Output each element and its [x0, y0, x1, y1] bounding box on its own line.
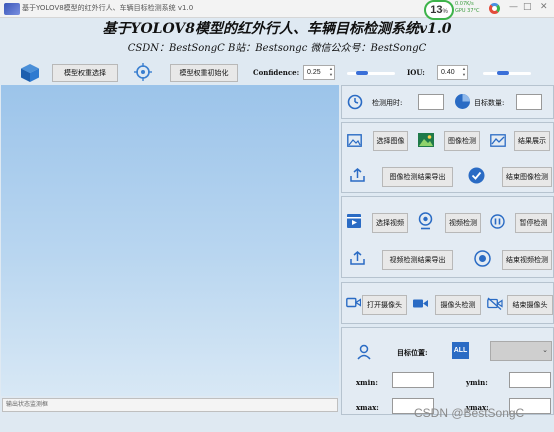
pause-icon — [490, 214, 505, 229]
video-camera-icon — [413, 299, 428, 308]
cpu-usage-value: 13 — [430, 4, 443, 16]
close-button[interactable]: ✕ — [540, 2, 548, 12]
xmax-label: xmax: — [356, 403, 379, 412]
trend-chart-icon — [490, 134, 506, 147]
upload-icon — [350, 168, 365, 182]
all-targets-icon: ALL — [452, 342, 469, 359]
cpu-usage-badge: 13% — [424, 0, 454, 20]
stats-panel: 检测用时: 目标数量: — [341, 85, 554, 119]
image-detect-panel: 选择图像 图像检测 结果展示 图像检测结果导出 结束图像检测 — [341, 122, 554, 193]
detection-display-area — [1, 85, 339, 396]
target-position-label: 目标位置: — [397, 348, 428, 357]
camera-detect-button[interactable]: 摄像头检测 — [435, 295, 481, 315]
webcam-icon — [418, 212, 433, 230]
time-label: 检测用时: — [372, 99, 403, 107]
ymin-label: ymin: — [466, 378, 488, 387]
xmin-label: xmin: — [356, 378, 378, 387]
pie-chart-icon — [455, 94, 470, 109]
camera-off-icon — [487, 297, 503, 310]
xmin-value-box — [392, 372, 434, 388]
confidence-value: 0.25 — [307, 69, 321, 76]
time-value-box — [418, 94, 444, 110]
init-weights-button[interactable]: 模型权重初始化 — [170, 64, 238, 82]
end-image-detect-button[interactable]: 结束图像检测 — [502, 167, 552, 187]
cube-icon — [21, 64, 39, 82]
target-icon — [134, 63, 152, 81]
detect-image-button[interactable]: 图像检测 — [444, 131, 480, 151]
pause-detect-button[interactable]: 暂停检测 — [515, 213, 552, 233]
upload-icon — [350, 251, 365, 265]
window-titlebar: 基于YOLOV8模型的红外行人、车辆目标检测系统 v1.0 13% 0.07K/… — [0, 0, 554, 20]
select-weights-button[interactable]: 模型权重选择 — [52, 64, 118, 82]
iou-value: 0.40 — [441, 69, 455, 76]
iou-spinbox[interactable]: 0.40 ▲ ▼ — [437, 65, 468, 80]
chevron-down-icon[interactable]: ⌄ — [542, 346, 548, 354]
camera-panel: 打开摄像头 摄像头检测 结束摄像头 — [341, 282, 554, 324]
end-video-detect-button[interactable]: 结束视频检测 — [502, 250, 552, 270]
confidence-spinbox[interactable]: 0.25 ▲ ▼ — [303, 65, 335, 80]
minimize-button[interactable]: — — [509, 2, 518, 12]
video-detect-panel: 选择视频 视频检测 暂停检测 视频检测结果导出 结束视频检测 — [341, 196, 554, 278]
count-label: 目标数量: — [474, 99, 505, 107]
browser-icon[interactable] — [489, 3, 500, 14]
count-value-box — [516, 94, 542, 110]
stop-circle-icon — [474, 250, 491, 267]
select-image-button[interactable]: 选择图像 — [373, 131, 408, 151]
status-log-box[interactable]: 输出状态监测框 — [2, 398, 338, 412]
iou-label: IOU: — [407, 68, 425, 77]
select-video-button[interactable]: 选择视频 — [372, 213, 408, 233]
maximize-button[interactable]: □ — [523, 2, 532, 12]
ymin-value-box — [509, 372, 551, 388]
page-subtitle: CSDN：BestSongC B站：Bestsongc 微信公众号：BestSo… — [127, 43, 427, 54]
window-title: 基于YOLOV8模型的红外行人、车辆目标检测系统 v1.0 — [22, 4, 194, 12]
page-title: 基于YOLOV8模型的红外行人、车辆目标检测系统v1.0 — [102, 21, 452, 37]
spin-arrows-icon[interactable]: ▲ ▼ — [462, 66, 466, 78]
net-speed-widget: 0.07K/s GPU 37°C — [455, 1, 485, 17]
video-file-icon — [347, 214, 361, 228]
open-camera-button[interactable]: 打开摄像头 — [362, 295, 407, 315]
confidence-slider-handle[interactable] — [356, 71, 368, 75]
end-camera-button[interactable]: 结束摄像头 — [507, 295, 553, 315]
net-speed: 0.07K/s — [455, 1, 474, 7]
show-result-button[interactable]: 结果展示 — [514, 131, 550, 151]
clock-icon — [347, 94, 363, 110]
location-pin-icon — [357, 344, 371, 360]
iou-slider-handle[interactable] — [497, 71, 510, 75]
csdn-watermark: CSDN @BestSongC — [414, 406, 525, 420]
cpu-usage-unit: % — [442, 9, 448, 15]
confidence-slider[interactable] — [347, 72, 395, 75]
spin-arrows-icon[interactable]: ▲ ▼ — [329, 66, 333, 78]
export-video-result-button[interactable]: 视频检测结果导出 — [382, 250, 453, 270]
gpu-temp: GPU 37°C — [455, 8, 480, 14]
camera-icon — [346, 297, 361, 308]
photo-detect-icon — [418, 133, 434, 147]
detect-video-button[interactable]: 视频检测 — [445, 213, 481, 233]
export-image-result-button[interactable]: 图像检测结果导出 — [382, 167, 453, 187]
confidence-label: Confidence: — [253, 68, 300, 77]
app-logo — [4, 3, 20, 15]
target-select-dropdown[interactable]: ⌄ — [490, 341, 552, 361]
check-circle-icon — [468, 167, 485, 184]
image-icon — [347, 134, 362, 147]
